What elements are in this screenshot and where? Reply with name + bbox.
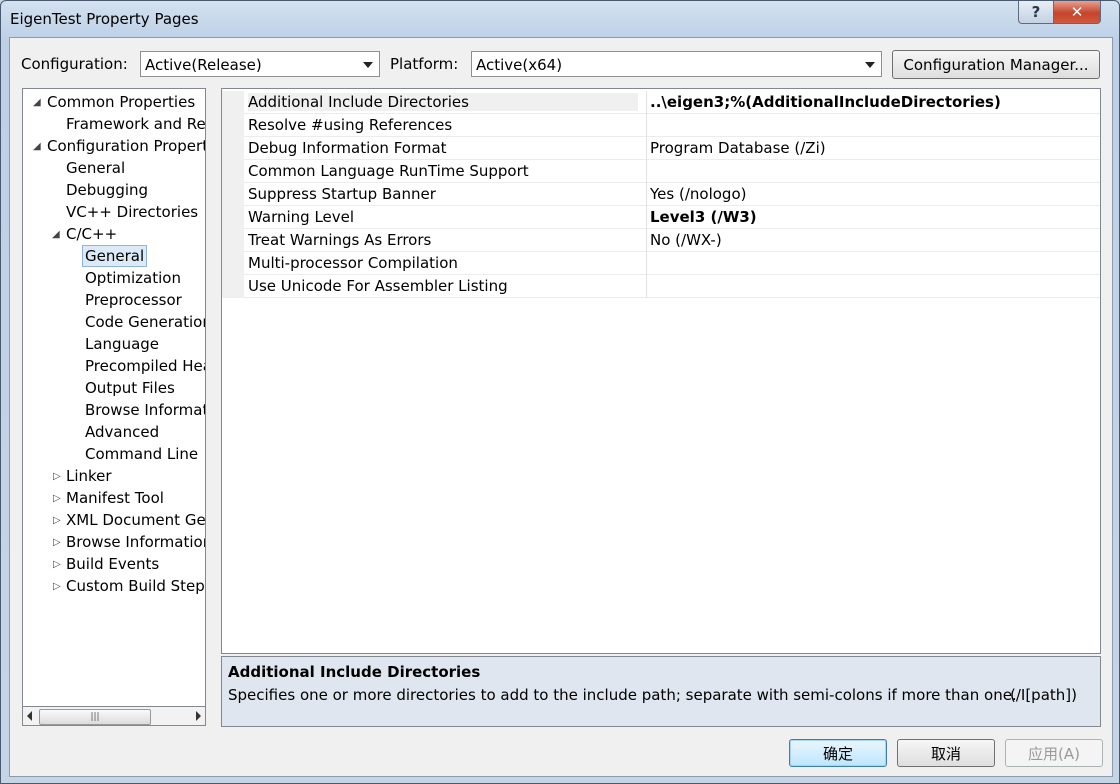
description-body: Specifies one or more directories to add… (228, 686, 1017, 704)
tree-item-precompiled-headers[interactable]: Precompiled Hea (85, 355, 205, 377)
configuration-value: Active(Release) (145, 56, 262, 74)
tree-item-linker[interactable]: Linker (66, 465, 112, 487)
property-value[interactable]: Yes (/nologo) (650, 185, 746, 203)
property-row[interactable]: Common Language RunTime Support (222, 160, 1100, 183)
property-value[interactable]: Level3 (/W3) (650, 208, 757, 226)
property-name: Resolve #using References (248, 116, 453, 134)
property-name: Common Language RunTime Support (248, 162, 529, 180)
platform-combo[interactable]: Active(x64) (471, 51, 882, 77)
tree-item-cpp-general[interactable]: General (82, 245, 148, 267)
tree-item-vc-directories[interactable]: VC++ Directories (66, 201, 198, 223)
property-value[interactable]: ..\eigen3;%(AdditionalIncludeDirectories… (650, 93, 1001, 111)
tree-item-browse-information[interactable]: Browse Informat (85, 399, 205, 421)
collapsed-arrow-icon[interactable]: ▷ (53, 537, 61, 548)
tree-item-advanced[interactable]: Advanced (85, 421, 159, 443)
property-pages-window: EigenTest Property Pages ? ✕ Configurati… (0, 0, 1120, 784)
expanded-arrow-icon[interactable]: ◢ (33, 97, 41, 108)
expanded-arrow-icon[interactable]: ◢ (52, 229, 60, 240)
collapsed-arrow-icon[interactable]: ▷ (53, 515, 61, 526)
tree-item-framework-references[interactable]: Framework and Ref (66, 113, 205, 135)
configuration-manager-button[interactable]: Configuration Manager... (892, 50, 1100, 79)
tree-item-custom-build-step[interactable]: Custom Build Step (66, 575, 205, 597)
tree-item-preprocessor[interactable]: Preprocessor (85, 289, 182, 311)
property-name: Additional Include Directories (248, 93, 638, 111)
collapsed-arrow-icon[interactable]: ▷ (53, 581, 61, 592)
category-tree[interactable]: ◢ Common Properties Framework and Ref ◢ … (22, 88, 206, 726)
tree-item-build-events[interactable]: Build Events (66, 553, 159, 575)
description-panel: Additional Include Directories Specifies… (221, 656, 1101, 727)
property-row[interactable]: Warning Level Level3 (/W3) (222, 206, 1100, 229)
property-name: Use Unicode For Assembler Listing (248, 277, 508, 295)
property-name: Multi-processor Compilation (248, 254, 458, 272)
title-bar[interactable]: EigenTest Property Pages ? ✕ (1, 1, 1119, 35)
tree-item-cpp[interactable]: C/C++ (66, 223, 117, 245)
chevron-down-icon (363, 62, 373, 68)
dialog-client: Configuration: Active(Release) Platform:… (9, 37, 1113, 777)
platform-label: Platform: (390, 55, 459, 73)
property-row[interactable]: Suppress Startup Banner Yes (/nologo) (222, 183, 1100, 206)
close-icon: ✕ (1070, 3, 1084, 21)
property-row[interactable]: Treat Warnings As Errors No (/WX-) (222, 229, 1100, 252)
window-title: EigenTest Property Pages (10, 10, 199, 28)
collapsed-arrow-icon[interactable]: ▷ (53, 559, 61, 570)
property-row[interactable]: Multi-processor Compilation (222, 252, 1100, 275)
property-name: Suppress Startup Banner (248, 185, 436, 203)
tree-item-manifest-tool[interactable]: Manifest Tool (66, 487, 164, 509)
apply-button[interactable]: 应用(A) (1005, 739, 1103, 767)
tree-item-language[interactable]: Language (85, 333, 159, 355)
scroll-left-icon[interactable] (27, 711, 32, 721)
property-value[interactable]: No (/WX-) (650, 231, 722, 249)
scroll-thumb[interactable]: ||| (39, 709, 151, 725)
tree-horizontal-scrollbar[interactable]: ||| (22, 706, 206, 726)
chevron-down-icon (865, 62, 875, 68)
property-grid[interactable]: Additional Include Directories ..\eigen3… (221, 88, 1101, 654)
help-button[interactable]: ? (1018, 1, 1054, 24)
tree-item-common-properties[interactable]: Common Properties (47, 91, 195, 113)
tree-item-browse-information-2[interactable]: Browse Informatior (66, 531, 205, 553)
property-name: Warning Level (248, 208, 355, 226)
tree-item-general[interactable]: General (66, 157, 125, 179)
description-title: Additional Include Directories (228, 663, 481, 681)
help-icon: ? (1031, 3, 1041, 21)
close-button[interactable]: ✕ (1053, 1, 1101, 24)
property-value[interactable]: Program Database (/Zi) (650, 139, 826, 157)
tree-item-optimization[interactable]: Optimization (85, 267, 181, 289)
tree-item-output-files[interactable]: Output Files (85, 377, 175, 399)
description-switch: (/I[path]) (1010, 686, 1077, 704)
property-name: Debug Information Format (248, 139, 447, 157)
property-name: Treat Warnings As Errors (248, 231, 432, 249)
tree-item-xml-document-generator[interactable]: XML Document Ger (66, 509, 205, 531)
configuration-label: Configuration: (21, 55, 128, 73)
property-row[interactable]: Debug Information Format Program Databas… (222, 137, 1100, 160)
tree-item-configuration-properties[interactable]: Configuration Propert (47, 135, 205, 157)
scroll-right-icon[interactable] (196, 711, 201, 721)
property-row[interactable]: Additional Include Directories ..\eigen3… (222, 91, 1100, 114)
tree-item-debugging[interactable]: Debugging (66, 179, 148, 201)
cancel-button[interactable]: 取消 (897, 739, 995, 767)
ok-button[interactable]: 确定 (789, 739, 887, 767)
property-row[interactable]: Resolve #using References (222, 114, 1100, 137)
property-row[interactable]: Use Unicode For Assembler Listing (222, 275, 1100, 298)
expanded-arrow-icon[interactable]: ◢ (33, 141, 41, 152)
collapsed-arrow-icon[interactable]: ▷ (53, 493, 61, 504)
tree-item-command-line[interactable]: Command Line (85, 443, 198, 465)
platform-value: Active(x64) (476, 56, 563, 74)
tree-item-code-generation[interactable]: Code Generation (85, 311, 205, 333)
configuration-combo[interactable]: Active(Release) (140, 51, 380, 77)
collapsed-arrow-icon[interactable]: ▷ (53, 471, 61, 482)
